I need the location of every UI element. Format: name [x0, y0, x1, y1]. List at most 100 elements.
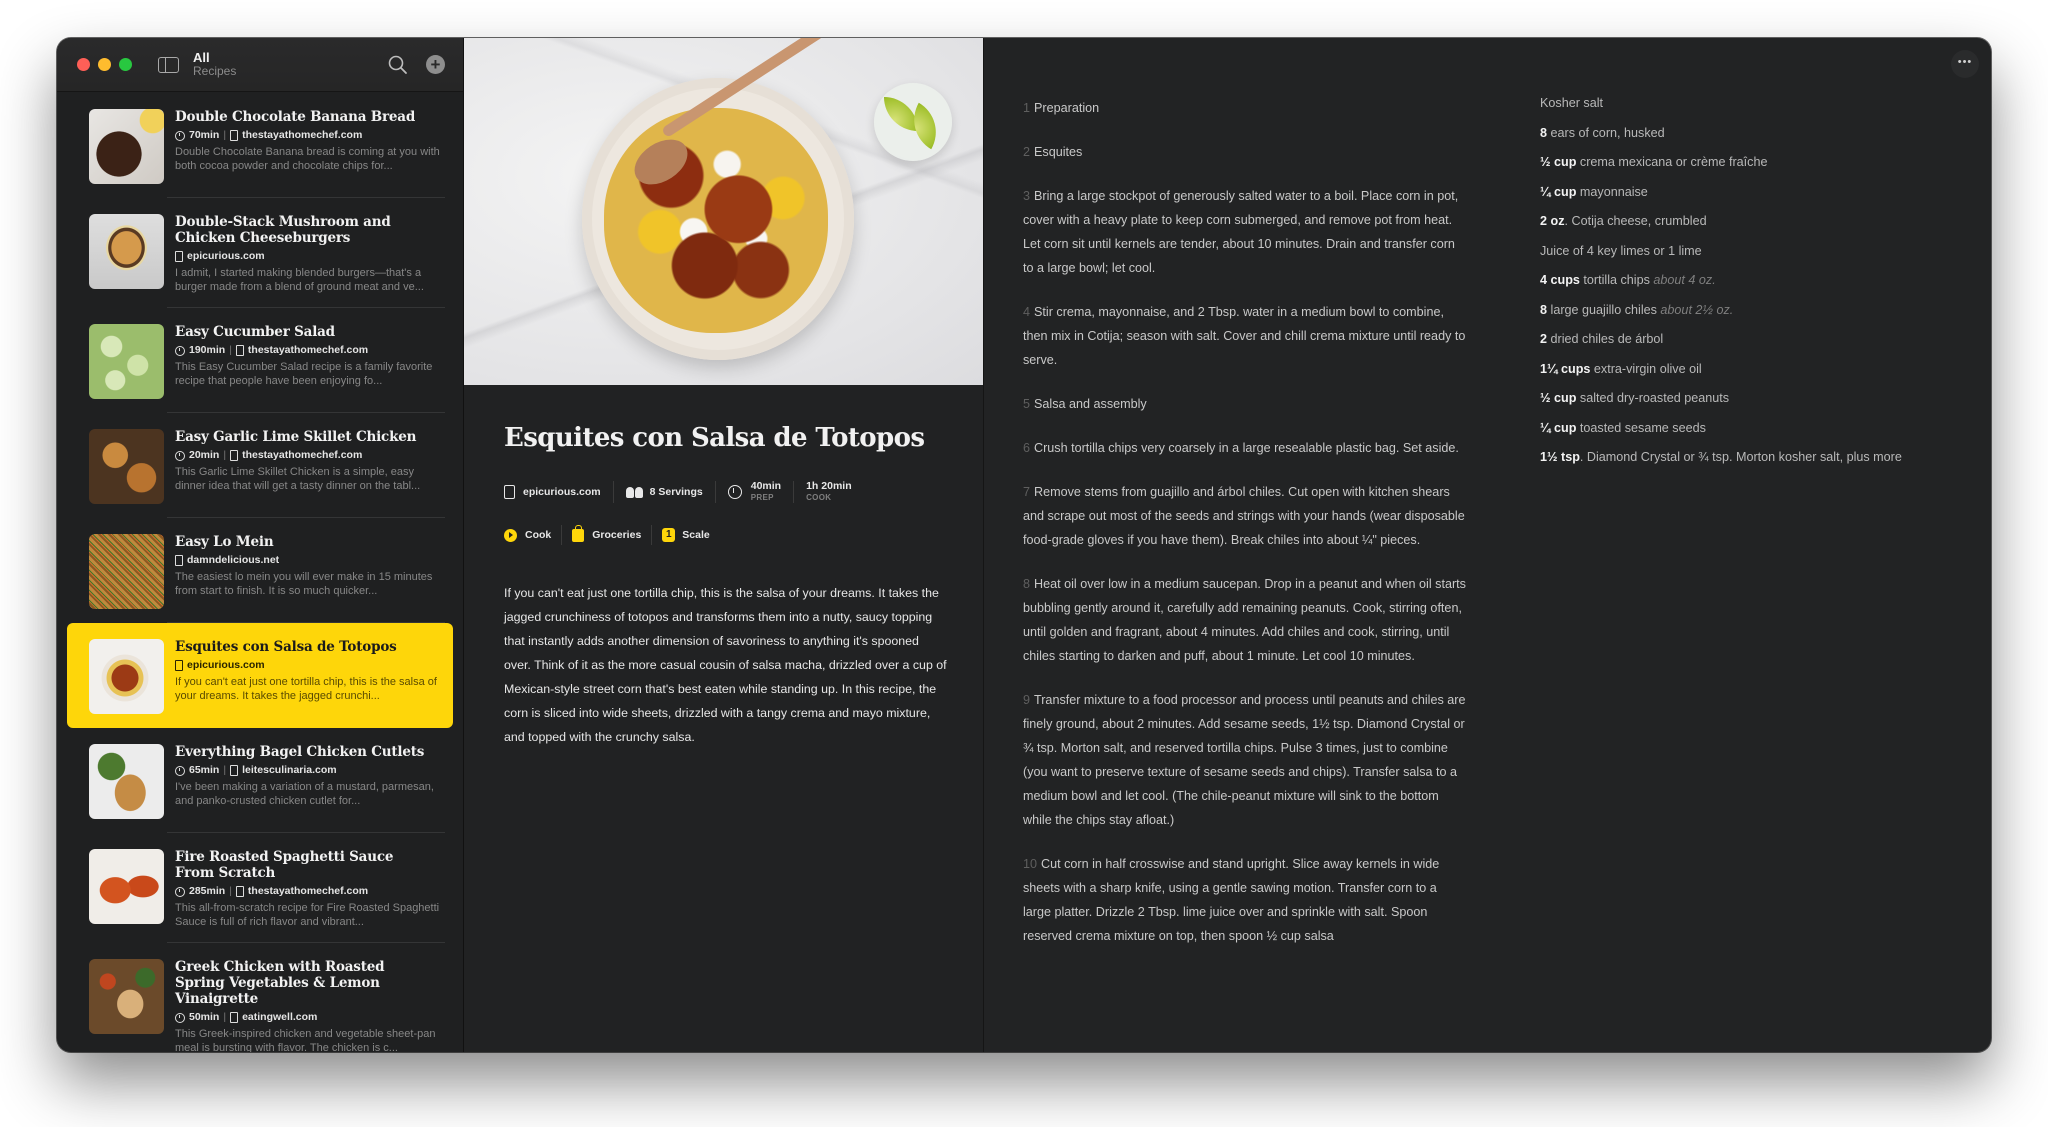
step-number: 3 [1023, 189, 1031, 203]
recipe-time: 65min [189, 764, 220, 776]
instructions-column: 1 Preparation 2 Esquites 3 Bring a large stoc… [984, 38, 1524, 1052]
scale-icon: 1 [662, 528, 676, 542]
step-text: Bring a large stockpot of generously sal… [1023, 189, 1459, 275]
recipe-list-item-description: This Garlic Lime Skillet Chicken is a si… [175, 466, 421, 492]
ingredient-name: dried chiles de árbol [1547, 332, 1664, 346]
instruction-step: 8 Heat oil over low in a medium saucepan.… [1023, 572, 1468, 668]
instruction-step: 5 Salsa and assembly [1023, 392, 1468, 416]
recipe-list-item-title: Fire Roasted Spaghetti Sauce From Scratc… [175, 849, 394, 881]
recipe-list-item[interactable]: Easy Garlic Lime Skillet Chicken 20min | t… [67, 413, 453, 518]
recipe-list-item[interactable]: Easy Cucumber Salad 190min | thestayathome… [67, 308, 453, 413]
recipe-list-item-meta: 190min | thestayathomechef.com [175, 344, 435, 357]
recipe-list-item-title: Esquites con Salsa de Totopos [175, 639, 397, 655]
step-number: 8 [1023, 577, 1031, 591]
prep-time-label: PREP [750, 493, 774, 502]
instruction-step: 9 Transfer mixture to a food processor an… [1023, 688, 1468, 832]
ingredient-item: 8 large guajillo chiles about 2½ oz. [1540, 303, 1930, 318]
cook-label: Cook [525, 529, 552, 541]
recipe-time: 70min [189, 129, 220, 141]
instruction-step: 7 Remove stems from guajillo and árbol ch… [1023, 480, 1468, 552]
ingredient-name: mayonnaise [1576, 184, 1648, 199]
minimize-window-button[interactable] [98, 58, 111, 71]
book-icon [230, 765, 239, 776]
ingredient-name: . Diamond Crystal or ¾ tsp. Morton koshe… [1579, 450, 1902, 464]
ingredient-name: Juice of 4 key limes or 1 lime [1540, 243, 1702, 258]
recipe-list-item-description: I've been making a variation of a mustar… [175, 781, 434, 807]
recipe-list-item[interactable]: Double-Stack Mushroom and Chicken Cheese… [67, 198, 453, 308]
recipe-list-item-title: Easy Lo Mein [175, 534, 274, 550]
recipe-actions: Cook Groceries 1 Scale [504, 524, 943, 545]
ingredient-quantity: 4 cups [1540, 273, 1580, 287]
groceries-button[interactable]: Groceries [572, 524, 653, 545]
ingredient-quantity: ½ cup [1540, 391, 1577, 405]
recipe-thumbnail [89, 849, 164, 924]
recipe-list-item-title: Double-Stack Mushroom and Chicken Cheese… [175, 214, 391, 246]
cook-button[interactable]: Cook [504, 525, 563, 545]
zoom-window-button[interactable] [119, 58, 132, 71]
book-icon [230, 1012, 239, 1023]
recipe-list-item-title: Easy Garlic Lime Skillet Chicken [175, 429, 417, 445]
ingredient-name: salted dry-roasted peanuts [1576, 391, 1730, 405]
step-text: Stir crema, mayonnaise, and 2 Tbsp. wate… [1023, 305, 1466, 367]
book-icon [235, 886, 244, 897]
recipe-list-item[interactable]: Fire Roasted Spaghetti Sauce From Scratc… [67, 833, 453, 943]
sidebar-titlebar: All Recipes + [57, 38, 463, 92]
add-recipe-button[interactable]: + [426, 55, 445, 74]
close-window-button[interactable] [77, 58, 90, 71]
ingredient-note: about 2½ oz. [1660, 302, 1734, 317]
recipe-source: thestayathomechef.com [242, 129, 363, 141]
recipe-list-item-body: Easy Lo Mein damndelicious.net The easie… [175, 534, 435, 609]
recipe-thumbnail [89, 429, 164, 504]
ingredient-list: Kosher salt 8 ears of corn, husked ½ cup c… [1540, 96, 1991, 465]
recipe-list-item-meta: epicurious.com [175, 250, 435, 263]
more-options-button[interactable]: ••• [1951, 50, 1979, 78]
scale-button[interactable]: 1 Scale [662, 525, 719, 545]
sidebar: All Recipes + Double Chocolate Banana Br… [57, 38, 464, 1052]
recipe-source[interactable]: epicurious.com [504, 481, 614, 503]
recipe-list-item[interactable]: Double Chocolate Banana Bread 70min | thes… [67, 93, 453, 198]
recipe-list-item-body: Easy Garlic Lime Skillet Chicken 20min | t… [175, 429, 435, 504]
step-text: Remove stems from guajillo and árbol chi… [1023, 485, 1465, 547]
recipe-description: If you can't eat just one tortilla chip,… [504, 586, 947, 744]
step-number: 7 [1023, 485, 1031, 499]
cook-time-value: 1h 20min [806, 480, 852, 492]
ingredient-name: crema mexicana or crème fraîche [1576, 155, 1768, 169]
recipe-servings: 8 Servings [625, 481, 716, 503]
ingredient-name: . Cotija cheese, crumbled [1564, 214, 1707, 228]
recipe-list-item[interactable]: Everything Bagel Chicken Cutlets 65min | l… [67, 728, 453, 833]
recipe-source: thestayathomechef.com [247, 885, 369, 897]
recipe-list-item[interactable]: Greek Chicken with Roasted Spring Vegeta… [67, 943, 453, 1052]
scale-label: Scale [682, 529, 710, 541]
ingredient-item: Juice of 4 key limes or 1 lime [1540, 244, 1930, 259]
sidebar-toggle-icon[interactable] [158, 56, 179, 73]
recipe-list-item-body: Greek Chicken with Roasted Spring Vegeta… [175, 959, 435, 1052]
ingredient-name: extra-virgin olive oil [1590, 361, 1702, 376]
step-text: Transfer mixture to a food processor and… [1023, 693, 1466, 827]
recipe-thumbnail [89, 959, 164, 1034]
recipe-time: 190min [189, 344, 226, 356]
recipe-list-item-meta: 285min | thestayathomechef.com [175, 885, 435, 898]
clock-icon [175, 765, 185, 776]
recipe-title: Esquites con Salsa de Totopos [504, 423, 925, 453]
recipe-list-item-body: Fire Roasted Spaghetti Sauce From Scratc… [175, 849, 439, 929]
recipe-list-item-body: Everything Bagel Chicken Cutlets 65min | l… [175, 744, 435, 819]
recipe-thumbnail [89, 109, 164, 184]
timer-icon [727, 485, 742, 499]
recipe-source: epicurious.com [187, 250, 265, 262]
step-number: 4 [1023, 305, 1031, 319]
list-title-primary: All [193, 49, 210, 65]
ingredient-quantity: 1¼ cups [1540, 361, 1591, 376]
ingredient-name: ears of corn, husked [1547, 125, 1665, 140]
recipe-thumbnail [89, 324, 164, 399]
recipe-list-item-body: Esquites con Salsa de Totopos epicurious… [175, 639, 437, 714]
ingredient-note: about 4 oz. [1653, 273, 1716, 287]
recipe-list-item-meta: 70min | thestayathomechef.com [175, 129, 435, 142]
ingredients-column: ••• Kosher salt 8 ears of corn, husked ½ c… [1524, 38, 1991, 1052]
search-icon[interactable] [387, 54, 409, 76]
app-window: All Recipes + Double Chocolate Banana Br… [57, 38, 1991, 1052]
recipe-list-item[interactable]: Easy Lo Mein damndelicious.net The easie… [67, 518, 453, 623]
recipe-thumbnail [89, 214, 164, 289]
recipe-list-item[interactable]: Esquites con Salsa de Totopos epicurious… [67, 623, 453, 728]
list-title: All Recipes [193, 49, 236, 78]
ingredient-name: toasted sesame seeds [1576, 420, 1706, 435]
